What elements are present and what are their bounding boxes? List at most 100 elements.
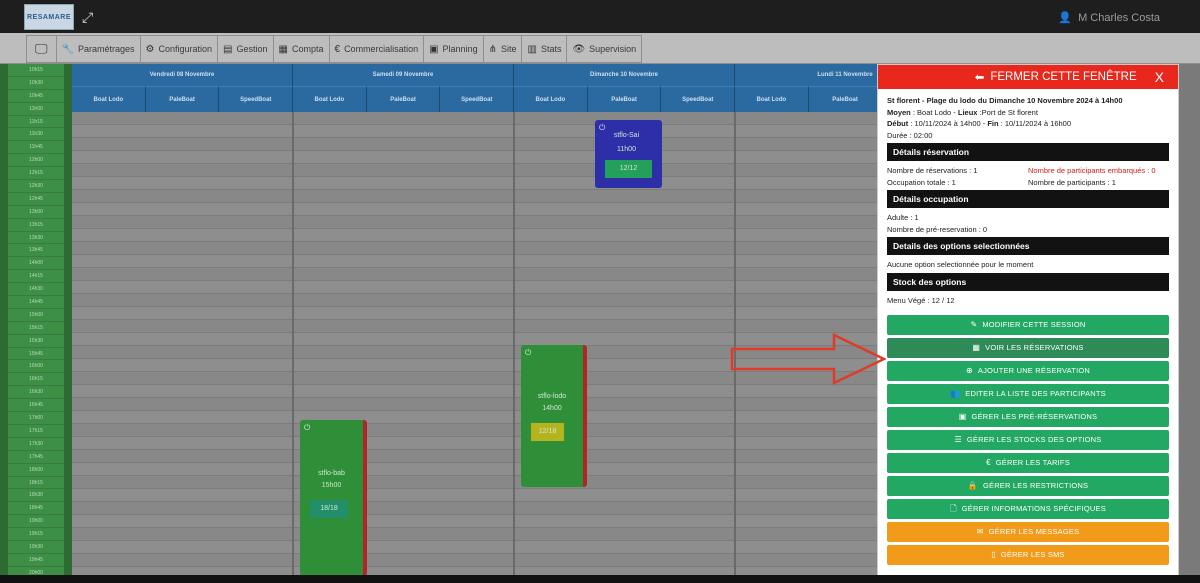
- calendar-row[interactable]: [72, 476, 878, 489]
- calendar-row[interactable]: [72, 216, 878, 229]
- gérer-les-sms-button[interactable]: ▯ GÉRER LES SMS: [887, 545, 1169, 565]
- gérer-les-stocks-des-options-button[interactable]: ☰ GÉRER LES STOCKS DES OPTIONS: [887, 430, 1169, 450]
- calendar-row[interactable]: [72, 255, 878, 268]
- editer-la-liste-des-participants-button[interactable]: 👥 EDITER LA LISTE DES PARTICIPANTS: [887, 384, 1169, 404]
- section-occupation-header: Détails occupation: [887, 190, 1169, 208]
- calendar-row[interactable]: [72, 424, 878, 437]
- voir-les-réservations-button[interactable]: ▦ VOIR LES RÉSERVATIONS: [887, 338, 1169, 358]
- calendar-row[interactable]: [72, 528, 878, 541]
- gérer-les-tarifs-button[interactable]: € GÉRER LES TARIFS: [887, 453, 1169, 473]
- calendar-row[interactable]: [72, 281, 878, 294]
- fullscreen-icon[interactable]: ⤢: [82, 10, 96, 24]
- menu-item-planning[interactable]: ▣ Planning: [423, 35, 483, 63]
- calendar-row[interactable]: [72, 320, 878, 333]
- menu-item-label: Site: [500, 44, 517, 54]
- menu-item-label: Compta: [291, 44, 324, 54]
- menu-item-configuration[interactable]: ⚙ Configuration: [139, 35, 218, 63]
- calendar-row[interactable]: [72, 502, 878, 515]
- calendar-row[interactable]: [72, 463, 878, 476]
- modifier-cette-session-button[interactable]: ✎ MODIFIER CETTE SESSION: [887, 315, 1169, 335]
- calendar-row[interactable]: [72, 411, 878, 424]
- gérer-informations-spécifiques-button[interactable]: 🗋 GÉRER INFORMATIONS SPÉCIFIQUES: [887, 499, 1169, 519]
- time-slot-label: 13h30: [8, 231, 64, 245]
- time-slot-label: 12h30: [8, 180, 64, 193]
- menu-item-paramétrages[interactable]: 🔧 Paramétrages: [55, 35, 140, 63]
- table-icon: ▤: [223, 43, 233, 55]
- close-icon[interactable]: X: [1155, 69, 1164, 85]
- calendar-row[interactable]: [72, 554, 878, 567]
- time-slot-label: 13h45: [8, 244, 64, 258]
- calendar-row[interactable]: [72, 450, 878, 463]
- time-slot-label: 11h30: [8, 128, 64, 142]
- adulte-count: Adulte : 1: [887, 213, 919, 222]
- calendar-row[interactable]: [72, 541, 878, 554]
- power-icon[interactable]: ⏻: [525, 348, 531, 358]
- session-event[interactable]: ⏻ stflo-lodo 14h00 12/18: [521, 345, 587, 487]
- ajouter-une-réservation-button[interactable]: ⊕ AJOUTER UNE RÉSERVATION: [887, 361, 1169, 381]
- app-logo[interactable]: RESAMARE: [24, 4, 74, 30]
- menu-item-dashboard[interactable]: 🖵: [26, 35, 56, 63]
- power-icon[interactable]: ⏻: [304, 423, 310, 433]
- session-event[interactable]: ⏻ stflo-Sai 11h00 12/12: [595, 120, 662, 188]
- event-name: stflo-bab: [318, 470, 345, 477]
- session-event[interactable]: ⏻ stflo-bab 15h00 18/18: [300, 420, 367, 576]
- button-label: GÉRER LES MESSAGES: [988, 527, 1080, 537]
- debut-value: : 10/11/2024 à 14h00 -: [908, 119, 988, 128]
- menu-item-compta[interactable]: ▦ Compta: [272, 35, 329, 63]
- app-root: RESAMARE ⤢ 👤 M Charles Costa 🖵 🔧 Paramétra…: [0, 0, 1200, 583]
- time-slot-label: 16h45: [8, 399, 64, 413]
- reservation-row-2: Occupation totale : 1 Nombre de particip…: [887, 177, 1169, 189]
- calendar-row[interactable]: [72, 398, 878, 411]
- calendar-row[interactable]: [72, 385, 878, 398]
- calendar-row[interactable]: [72, 242, 878, 255]
- panel-body: St florent - Plage du lodo du Dimanche 1…: [878, 89, 1178, 565]
- menu-item-supervision[interactable]: 👁 Supervision: [566, 35, 643, 63]
- panel-header[interactable]: ⬅ FERMER CETTE FENÊTRE X: [878, 65, 1178, 89]
- time-slot-label: 18h15: [8, 476, 64, 490]
- file-icon: 🗋: [950, 504, 957, 514]
- time-slot-label: 18h00: [8, 463, 64, 477]
- time-slot-label: 14h30: [8, 283, 64, 297]
- calendar-row[interactable]: [72, 164, 878, 177]
- day-header: Vendredi 08 Novembre: [72, 64, 293, 86]
- resource-header: Boat Lodo: [293, 86, 367, 112]
- event-time: 14h00: [542, 405, 562, 412]
- resource-header: PaleBoat: [366, 86, 441, 112]
- calendar-row[interactable]: [72, 268, 878, 281]
- gérer-les-restrictions-button[interactable]: 🔒 GÉRER LES RESTRICTIONS: [887, 476, 1169, 496]
- calendar-row[interactable]: [72, 151, 878, 164]
- calendar-row[interactable]: [72, 190, 878, 203]
- resource-header: PaleBoat: [808, 86, 883, 112]
- calendar-row[interactable]: [72, 294, 878, 307]
- resource-header: SpeedBoat: [440, 86, 515, 112]
- menu-item-site[interactable]: ⋔ Site: [482, 35, 522, 63]
- calendar-row[interactable]: [72, 515, 878, 528]
- time-column: 10h15 10h30 10h45 11h00 11h15 11h30 11h45 12h00…: [0, 64, 72, 583]
- mobile-icon: ▯: [991, 550, 996, 560]
- menu-item-gestion[interactable]: ▤ Gestion: [217, 35, 273, 63]
- calendar-row[interactable]: [72, 138, 878, 151]
- button-label: VOIR LES RÉSERVATIONS: [985, 343, 1084, 353]
- calendar-row[interactable]: [72, 125, 878, 138]
- prereservation-count: Nombre de pré-reservation : 0: [887, 224, 988, 234]
- calendar-row[interactable]: [72, 229, 878, 242]
- calendar-row[interactable]: [72, 177, 878, 190]
- calendar-row[interactable]: [72, 489, 878, 502]
- close-window-label[interactable]: FERMER CETTE FENÊTRE: [990, 71, 1136, 83]
- time-slot-label: 11h45: [8, 141, 64, 155]
- gérer-les-messages-button[interactable]: ✉ GÉRER LES MESSAGES: [887, 522, 1169, 542]
- menu-item-stats[interactable]: ▥ Stats: [521, 35, 567, 63]
- calendar-row[interactable]: [72, 112, 878, 125]
- menu-item-commercialisation[interactable]: € Commercialisation: [328, 35, 424, 63]
- calendar-row[interactable]: [72, 307, 878, 320]
- user-plus-icon: 👤: [1058, 12, 1073, 24]
- button-label: MODIFIER CETTE SESSION: [982, 320, 1086, 330]
- calendar-row[interactable]: [72, 203, 878, 216]
- annotation-arrow-icon: [730, 333, 886, 385]
- user-menu[interactable]: 👤 M Charles Costa: [1058, 11, 1160, 25]
- time-slot-label: 19h15: [8, 528, 64, 541]
- gérer-les-pré-réservations-button[interactable]: ▣ GÉRER LES PRÉ-RÉSERVATIONS: [887, 407, 1169, 427]
- calendar-row[interactable]: [72, 437, 878, 450]
- section-stock-header: Stock des options: [887, 272, 1169, 291]
- button-label: GÉRER LES STOCKS DES OPTIONS: [966, 435, 1102, 445]
